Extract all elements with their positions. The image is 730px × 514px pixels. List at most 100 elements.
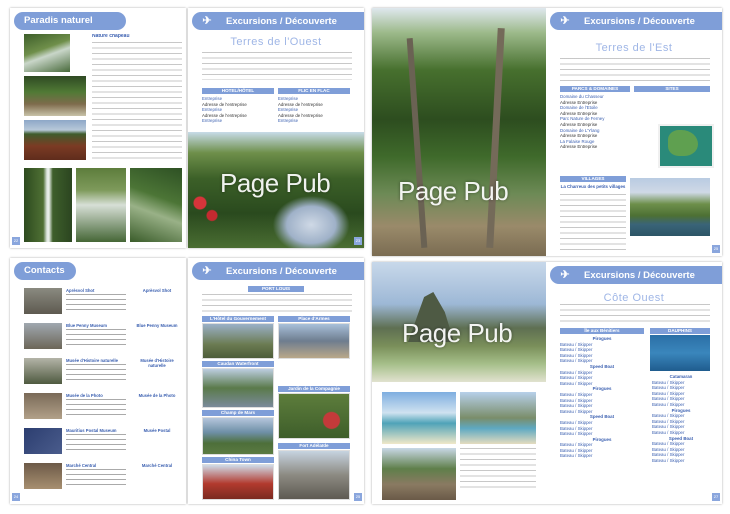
boat-list-left: Pirogues Bateau / Skipper Bateau / Skippe… <box>560 336 615 459</box>
brochure-page-terres-ouest: ✈ Excursions / Découverte Terres de l'Oue… <box>188 8 364 248</box>
page-number: 23 <box>354 237 362 245</box>
contact-photo <box>24 288 62 314</box>
ad-placeholder-label: Page Pub <box>402 318 513 348</box>
page-number: 27 <box>712 493 720 501</box>
photo-beach-right <box>460 392 536 444</box>
page-header: Contacts <box>14 262 76 280</box>
photo-waterfall-forest <box>24 34 70 72</box>
photo-caudan <box>202 368 274 408</box>
contact-name-right: Musée d'Histoire naturelle <box>140 358 174 369</box>
section-parcs: PARCS & DOMAINES <box>560 86 630 92</box>
contact-photo <box>24 463 62 489</box>
page-number: 25 <box>354 493 362 501</box>
hotel-listing: Entreprise Adresse de l'entreprise Entrep… <box>202 96 247 124</box>
contact-photo <box>24 428 62 454</box>
intro-text <box>560 58 710 82</box>
caption-6: Fort Adélaïde <box>278 443 350 449</box>
swallow-logo-icon: ✈ <box>202 265 212 277</box>
page-number: 25 <box>712 245 720 253</box>
brochure-spread-cote-ouest: Page Pub ✈ Excursions / Découverte Côte O… <box>372 262 722 504</box>
contact-name-right: Marché Central <box>141 463 173 468</box>
photo-waterfall-1 <box>24 168 72 242</box>
map-island-shape <box>668 130 698 156</box>
villages-subtitle: La Charreux des petits villages <box>560 184 626 189</box>
photo-river-rocks <box>24 76 86 116</box>
section-subtitle: Nature chapeau <box>92 34 130 39</box>
photo-beach-left <box>382 392 456 444</box>
page-title: Côte Ouest <box>603 292 665 304</box>
photo-place-armes <box>278 323 350 359</box>
contact-name-right: Musée de la Photo <box>138 393 176 398</box>
intro-text <box>202 52 352 80</box>
caption-2: Place d'Armes <box>278 316 350 322</box>
photo-palm-avenue <box>372 8 546 256</box>
page-header: ✈ Excursions / Découverte <box>550 12 722 30</box>
page-number: 24 <box>12 493 20 501</box>
page-header: ✈ Excursions / Découverte <box>192 12 364 30</box>
page-number: 22 <box>12 237 20 245</box>
contact-name: Marché Central <box>66 463 97 468</box>
body-text <box>92 42 182 160</box>
contact-text <box>66 294 126 314</box>
photo-village <box>382 448 456 500</box>
contact-name: Musée d'Histoire naturelle <box>66 358 118 363</box>
contact-row: Marché Central Marché Central <box>24 463 182 493</box>
contact-row: Blue Penny Museum Blue Penny Museum <box>24 323 182 353</box>
section-dauphins: DAUPHINS <box>650 328 710 334</box>
contact-row: Aprèsvol Shot Aprèsvol Shot <box>24 288 182 318</box>
photo-dolphins <box>650 335 710 371</box>
contact-text <box>66 329 126 349</box>
photo-champ-mars <box>202 417 274 455</box>
brochure-page-contacts: Contacts Aprèsvol Shot Aprèsvol Shot Blu… <box>10 258 186 504</box>
contact-text <box>66 364 126 384</box>
page-title: Terres de l'Ouest <box>230 36 322 48</box>
section-port-louis: PORT LOUIS <box>248 286 304 292</box>
bar-benitiers: Île aux Bénitiers <box>560 328 644 334</box>
contact-photo <box>24 323 62 349</box>
photo-gouvernement <box>202 323 274 359</box>
photo-jardin <box>278 393 350 439</box>
boat-list-right: Catamaran Bateau / Skipper Bateau / Skipp… <box>652 374 694 463</box>
photo-red-earth <box>24 120 86 160</box>
parcs-list: Domaine du Chasseur Adresse Entreprise Do… <box>560 94 605 150</box>
brochure-spread-terres-est: Page Pub ✈ Excursions / Découverte Terres… <box>372 8 722 256</box>
caption-3: Caudan Waterfront <box>202 361 274 367</box>
swallow-logo-icon: ✈ <box>202 15 212 27</box>
contact-name: Musée de la Photo <box>66 393 103 398</box>
contact-text <box>66 399 126 419</box>
page-header: ✈ Excursions / Découverte <box>550 266 722 284</box>
photo-lagoon <box>630 178 710 236</box>
brochure-page-paradis-naturel: Paradis naturel Nature chapeau 22 <box>10 8 186 248</box>
caption-7: China Town <box>202 457 274 463</box>
beach-text <box>460 448 536 488</box>
intro-text <box>202 294 352 312</box>
contact-text <box>66 434 126 454</box>
contact-name: Mauritius Postal Museum <box>66 428 117 433</box>
contact-photo <box>24 393 62 419</box>
contact-photo <box>24 358 62 384</box>
page-title: Terres de l'Est <box>595 42 673 54</box>
contact-list: Aprèsvol Shot Aprèsvol Shot Blue Penny M… <box>24 288 182 496</box>
photo-marche <box>278 450 350 500</box>
contact-row: Mauritius Postal Museum Musée Postal <box>24 428 182 458</box>
brochure-page-port-louis: ✈ Excursions / Découverte PORT LOUIS L'Hô… <box>188 258 364 504</box>
table-head-flic: FLIC EN FLAC <box>278 88 350 94</box>
villages-text <box>560 194 626 250</box>
contact-name-right: Blue Penny Museum <box>136 323 178 328</box>
contact-row: Musée d'Histoire naturelle Musée d'Histo… <box>24 358 182 388</box>
contact-name-right: Musée Postal <box>143 428 171 433</box>
section-sites: SITES <box>634 86 710 92</box>
photo-waterfall-2 <box>76 168 126 242</box>
contact-name: Aprèsvol Shot <box>66 288 95 293</box>
photo-china-town <box>202 464 274 500</box>
caption-4: Jardin de la Compagnie <box>278 386 350 392</box>
swallow-logo-icon: ✈ <box>560 269 570 281</box>
table-head-hotel: HOTEL/HÔTEL <box>202 88 274 94</box>
caption-1: L'Hôtel du Gouvernement <box>202 316 274 322</box>
page-header: Paradis naturel <box>14 12 126 30</box>
page-header: ✈ Excursions / Découverte <box>192 262 364 280</box>
intro-text <box>560 304 710 324</box>
swallow-logo-icon: ✈ <box>560 15 570 27</box>
caption-5: Champ de Mars <box>202 410 274 416</box>
photo-waterfall-3 <box>130 168 182 242</box>
